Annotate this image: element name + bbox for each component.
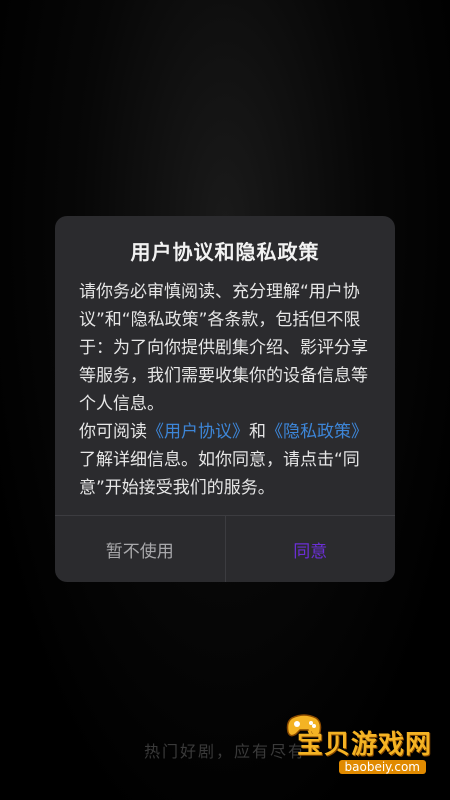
dialog-button-row: 暂不使用 同意 <box>55 515 395 582</box>
watermark-brand: 宝贝游戏网 <box>296 730 432 760</box>
watermark-logo: 宝贝游戏网 baobeiy.com <box>282 708 432 778</box>
user-agreement-link[interactable]: 《用户协议》 <box>147 422 249 442</box>
privacy-dialog: 用户协议和隐私政策 请你务必审慎阅读、充分理解“用户协议”和“隐私政策”各条款，… <box>55 216 395 582</box>
privacy-policy-link[interactable]: 《隐私政策》 <box>266 422 368 442</box>
dialog-suffix-text: 了解详细信息。如你同意，请点击“同意”开始接受我们的服务。 <box>79 450 360 498</box>
dialog-read-prefix: 你可阅读 <box>79 422 147 442</box>
decline-button[interactable]: 暂不使用 <box>55 516 225 582</box>
accept-button[interactable]: 同意 <box>226 516 396 582</box>
dialog-intro-text: 请你务必审慎阅读、充分理解“用户协议”和“隐私政策”各条款，包括但不限于：为了向… <box>79 282 368 414</box>
dialog-title: 用户协议和隐私政策 <box>130 240 320 264</box>
dialog-and-text: 和 <box>249 422 266 442</box>
watermark-domain: baobeiy.com <box>338 760 426 774</box>
dialog-body: 请你务必审慎阅读、充分理解“用户协议”和“隐私政策”各条款，包括但不限于：为了向… <box>79 278 373 502</box>
